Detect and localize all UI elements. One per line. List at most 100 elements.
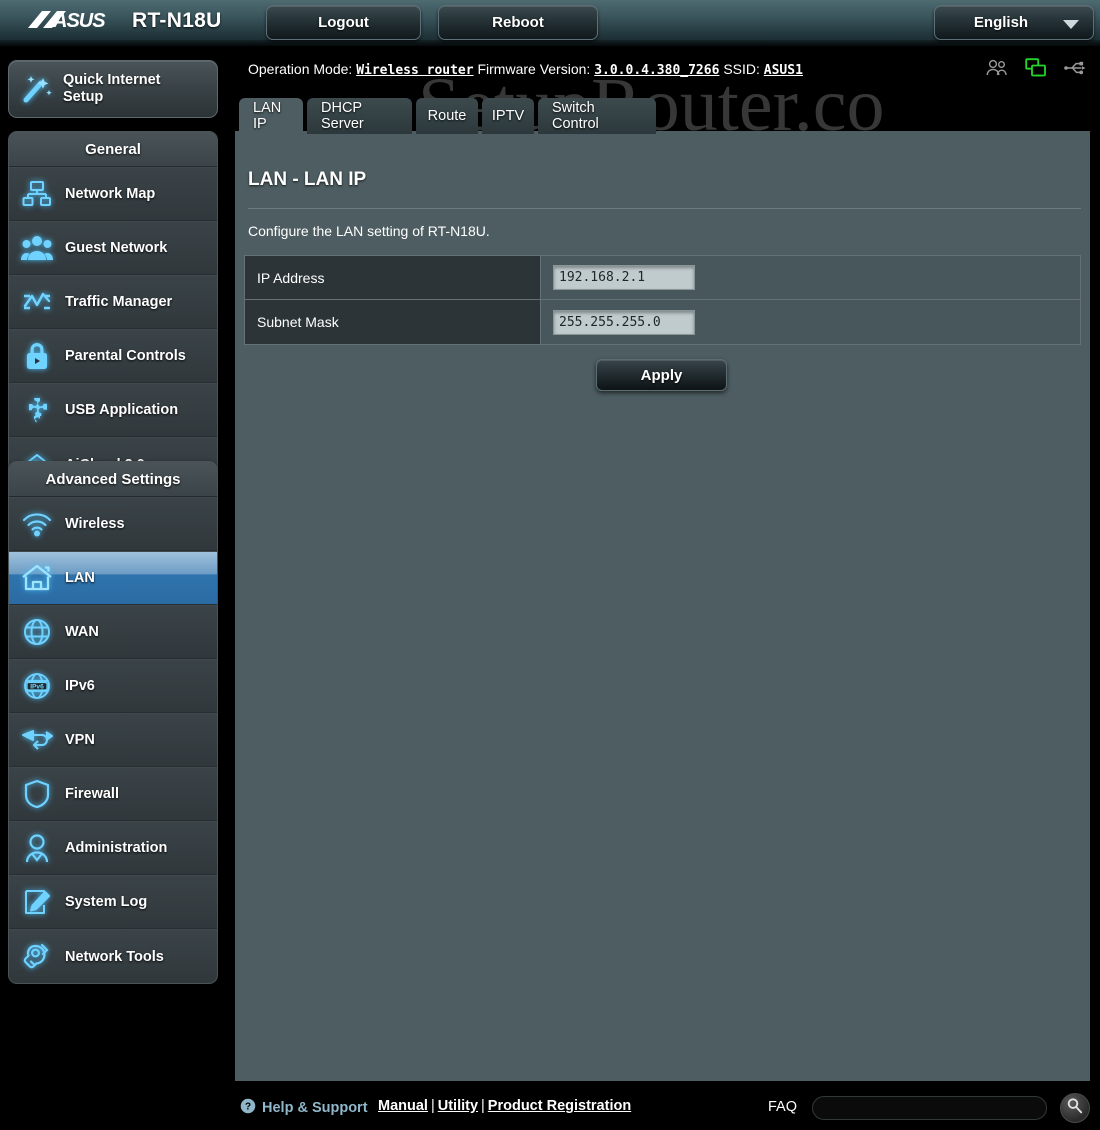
- sidebar-item-network-tools[interactable]: Network Tools: [9, 929, 217, 983]
- sidebar-item-traffic-manager[interactable]: Traffic Manager: [9, 275, 217, 329]
- search-icon: [1066, 1097, 1084, 1120]
- faq-search-button[interactable]: [1060, 1093, 1090, 1123]
- sidebar-item-network-tools-label: Network Tools: [65, 948, 164, 965]
- reboot-button[interactable]: Reboot: [438, 5, 598, 40]
- tab-lan-ip[interactable]: LAN IP: [239, 98, 303, 134]
- sidebar-item-ipv6-label: IPv6: [65, 678, 95, 694]
- log-pencil-icon: [9, 888, 65, 916]
- tab-route[interactable]: Route: [416, 98, 478, 134]
- firmware-label: Firmware Version:: [477, 61, 591, 77]
- ssid-value[interactable]: ASUS1: [764, 63, 803, 78]
- network-map-icon: [9, 180, 65, 208]
- sidebar-item-wan-label: WAN: [65, 624, 99, 640]
- globe-icon: [9, 618, 65, 646]
- wrench-icon: [9, 942, 65, 972]
- subnet-mask-cell: [541, 300, 1080, 344]
- logout-button[interactable]: Logout: [266, 5, 421, 40]
- sidebar-item-parental-controls[interactable]: Parental Controls: [9, 329, 217, 383]
- usb-icon[interactable]: [1062, 56, 1088, 80]
- chevron-down-icon: [1063, 20, 1079, 29]
- product-registration-link[interactable]: Product Registration: [488, 1098, 631, 1114]
- sidebar-item-firewall[interactable]: Firewall: [9, 767, 217, 821]
- tab-iptv[interactable]: IPTV: [482, 98, 534, 134]
- firmware-value[interactable]: 3.0.0.4.380_7266: [594, 63, 719, 78]
- router-admin-page: ASUS RT-N18U Logout Reboot English Opera…: [0, 0, 1100, 1130]
- sidebar-item-lan-label: LAN: [65, 570, 95, 586]
- network-monitor-icon[interactable]: [1023, 56, 1049, 80]
- question-circle-icon: ?: [240, 1098, 256, 1118]
- status-strip: Operation Mode: Wireless router Firmware…: [235, 46, 1100, 94]
- tab-dhcp-server[interactable]: DHCP Server: [307, 98, 412, 134]
- faq-label: FAQ: [768, 1099, 798, 1115]
- traffic-manager-icon: [9, 289, 65, 315]
- title-divider: [248, 208, 1081, 209]
- ip-address-label: IP Address: [245, 256, 541, 299]
- link-separator-2: |: [481, 1098, 485, 1114]
- sidebar-item-wan[interactable]: WAN: [9, 605, 217, 659]
- link-separator-1: |: [430, 1098, 435, 1114]
- sidebar-item-usb-application[interactable]: USB Application: [9, 383, 217, 437]
- apply-button[interactable]: Apply: [596, 359, 727, 391]
- asus-logo: ASUS: [26, 6, 122, 36]
- tab-bar: LAN IP DHCP Server Route IPTV Switch Con…: [235, 94, 1100, 134]
- puzzle-icon: [9, 396, 65, 424]
- table-row: Subnet Mask: [245, 300, 1080, 344]
- status-icon-group: [984, 56, 1088, 80]
- svg-text:ASUS: ASUS: [52, 10, 106, 32]
- guest-network-icon: [9, 235, 65, 261]
- tab-switch-control[interactable]: Switch Control: [538, 98, 656, 134]
- sidebar-group-advanced-settings: Advanced Settings Wireless LAN WAN IPv6 …: [8, 461, 218, 984]
- language-selector-value: English: [973, 14, 1029, 31]
- sidebar: Quick Internet Setup General Network Map: [0, 46, 235, 1130]
- lock-icon: [9, 341, 65, 371]
- utility-link[interactable]: Utility: [438, 1098, 478, 1114]
- top-header-bar: ASUS RT-N18U Logout Reboot English: [0, 0, 1100, 46]
- router-model-name: RT-N18U: [132, 9, 222, 32]
- svg-text:?: ?: [245, 1102, 251, 1113]
- sidebar-item-traffic-manager-label: Traffic Manager: [65, 294, 173, 310]
- sidebar-item-network-map[interactable]: Network Map: [9, 167, 217, 221]
- footer-links: Manual | Utility | Product Registration: [378, 1098, 631, 1114]
- sidebar-item-guest-network[interactable]: Guest Network: [9, 221, 217, 275]
- ip-address-cell: [541, 256, 1080, 299]
- lan-ip-settings-table: IP Address Subnet Mask: [244, 255, 1081, 345]
- faq-search-input[interactable]: [812, 1096, 1047, 1120]
- sidebar-item-ipv6[interactable]: IPv6 IPv6: [9, 659, 217, 713]
- operation-mode-value[interactable]: Wireless router: [356, 63, 473, 78]
- sidebar-item-wireless[interactable]: Wireless: [9, 497, 217, 551]
- table-row: IP Address: [245, 256, 1080, 300]
- page-title: LAN - LAN IP: [248, 169, 367, 190]
- sidebar-item-quick-internet-setup[interactable]: Quick Internet Setup: [8, 60, 218, 118]
- ip-address-input[interactable]: [553, 265, 695, 290]
- sidebar-item-vpn[interactable]: VPN: [9, 713, 217, 767]
- page-subtitle: Configure the LAN setting of RT-N18U.: [248, 223, 490, 239]
- clients-icon[interactable]: [984, 56, 1010, 80]
- sidebar-item-parental-controls-label: Parental Controls: [65, 348, 186, 364]
- manual-link[interactable]: Manual: [378, 1098, 428, 1114]
- subnet-mask-input[interactable]: [553, 309, 695, 335]
- main-content-panel: LAN - LAN IP Configure the LAN setting o…: [235, 131, 1090, 1081]
- sidebar-item-lan[interactable]: LAN: [9, 551, 217, 605]
- svg-text:IPv6: IPv6: [30, 684, 44, 691]
- sidebar-item-firewall-label: Firewall: [65, 786, 119, 802]
- sidebar-item-system-log[interactable]: System Log: [9, 875, 217, 929]
- vpn-icon: [9, 727, 65, 753]
- operation-mode-label: Operation Mode:: [248, 61, 353, 77]
- sidebar-item-network-map-label: Network Map: [65, 186, 156, 202]
- language-selector[interactable]: English: [934, 5, 1094, 40]
- status-text: Operation Mode: Wireless router Firmware…: [248, 61, 803, 78]
- sidebar-item-quick-internet-setup-label: Quick Internet Setup: [63, 72, 161, 105]
- user-icon: [9, 833, 65, 863]
- sidebar-item-usb-application-label: USB Application: [65, 402, 179, 418]
- shield-icon: [9, 779, 65, 809]
- help-and-support-label: Help & Support: [262, 1100, 368, 1116]
- house-icon: [9, 564, 65, 592]
- ssid-label: SSID:: [723, 61, 760, 77]
- wifi-icon: [9, 511, 65, 537]
- sidebar-item-administration-label: Administration: [65, 840, 168, 856]
- sidebar-item-system-log-label: System Log: [65, 894, 148, 910]
- subnet-mask-label: Subnet Mask: [245, 300, 541, 344]
- sidebar-item-administration[interactable]: Administration: [9, 821, 217, 875]
- sidebar-item-vpn-label: VPN: [65, 732, 95, 748]
- help-and-support-link[interactable]: ? Help & Support: [240, 1098, 368, 1118]
